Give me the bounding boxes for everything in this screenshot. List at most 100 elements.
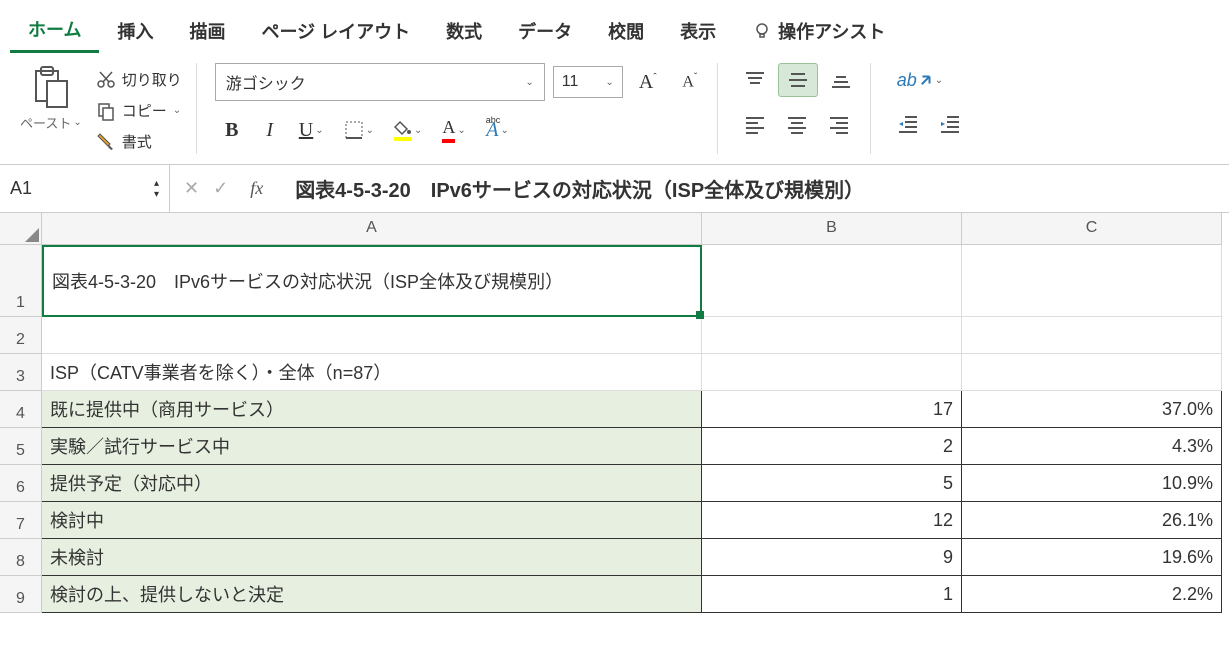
- chevron-down-icon: ⌄: [173, 105, 181, 116]
- table-row: 2: [0, 317, 1222, 354]
- fx-label[interactable]: fx: [242, 178, 271, 199]
- align-center-button[interactable]: [778, 107, 816, 141]
- increase-indent-button[interactable]: [931, 107, 969, 141]
- cell[interactable]: 1: [702, 576, 962, 613]
- table-row: 7検討中1226.1%: [0, 502, 1222, 539]
- row-header[interactable]: 8: [0, 539, 42, 576]
- cell[interactable]: 検討の上、提供しないと決定: [42, 576, 702, 613]
- border-button[interactable]: ⌄: [336, 113, 382, 147]
- tab-data[interactable]: データ: [500, 10, 590, 52]
- tab-home[interactable]: ホーム: [10, 8, 99, 53]
- paste-button[interactable]: [31, 63, 71, 113]
- cell[interactable]: [702, 245, 962, 317]
- font-group: 游ゴシック⌄ 11⌄ Aˆ Aˇ B I U⌄ ⌄ ⌄ A⌄ abcA⌄: [205, 63, 718, 154]
- tab-draw[interactable]: 描画: [171, 10, 243, 52]
- align-top-button[interactable]: [736, 63, 774, 97]
- name-box[interactable]: A1 ▴▾: [0, 165, 170, 212]
- row-header[interactable]: 6: [0, 465, 42, 502]
- table-row: 8未検討919.6%: [0, 539, 1222, 576]
- cell[interactable]: ISP（CATV事業者を除く）・全体（n=87）: [42, 354, 702, 391]
- copy-icon: [96, 101, 116, 121]
- cell[interactable]: [702, 354, 962, 391]
- tab-formulas[interactable]: 数式: [428, 10, 500, 52]
- table-row: 1図表4-5-3-20 IPv6サービスの対応状況（ISP全体及び規模別）: [0, 245, 1222, 317]
- cell[interactable]: 17: [702, 391, 962, 428]
- align-left-button[interactable]: [736, 107, 774, 141]
- align-middle-button[interactable]: [778, 63, 818, 97]
- chevron-down-icon[interactable]: ⌄: [73, 117, 81, 128]
- bold-button[interactable]: B: [215, 113, 249, 148]
- row-header[interactable]: 4: [0, 391, 42, 428]
- column-header-a[interactable]: A: [42, 213, 702, 245]
- format-painter-button[interactable]: 書式: [92, 129, 186, 154]
- italic-button[interactable]: I: [253, 113, 287, 148]
- paste-group: ペースト⌄ 切り取り コピー⌄ 書式: [10, 63, 197, 154]
- align-bottom-button[interactable]: [822, 63, 860, 97]
- cell[interactable]: 9: [702, 539, 962, 576]
- lightbulb-icon: [752, 21, 772, 41]
- row-header[interactable]: 3: [0, 354, 42, 391]
- cell[interactable]: 26.1%: [962, 502, 1222, 539]
- cell[interactable]: [702, 317, 962, 354]
- column-header-c[interactable]: C: [962, 213, 1222, 245]
- row-header[interactable]: 9: [0, 576, 42, 613]
- tab-insert[interactable]: 挿入: [99, 10, 171, 52]
- cut-button[interactable]: 切り取り: [92, 67, 186, 92]
- tab-view[interactable]: 表示: [662, 10, 734, 52]
- formula-input[interactable]: 図表4-5-3-20 IPv6サービスの対応状況（ISP全体及び規模別）: [285, 174, 1229, 203]
- cell[interactable]: 5: [702, 465, 962, 502]
- cell[interactable]: 12: [702, 502, 962, 539]
- cell[interactable]: [962, 354, 1222, 391]
- chevron-down-icon: ⌄: [935, 75, 943, 86]
- cell[interactable]: 検討中: [42, 502, 702, 539]
- ruby-button[interactable]: abcA⌄: [478, 113, 517, 148]
- cancel-icon[interactable]: ✕: [184, 178, 199, 199]
- cell[interactable]: 図表4-5-3-20 IPv6サービスの対応状況（ISP全体及び規模別）: [42, 245, 702, 317]
- select-all-triangle[interactable]: [0, 213, 42, 245]
- cell[interactable]: 未検討: [42, 539, 702, 576]
- tab-page-layout[interactable]: ページ レイアウト: [243, 10, 428, 52]
- tab-assist[interactable]: 操作アシスト: [734, 10, 903, 52]
- cell[interactable]: 2: [702, 428, 962, 465]
- align-right-button[interactable]: [820, 107, 858, 141]
- cell[interactable]: [962, 245, 1222, 317]
- tab-review[interactable]: 校閲: [590, 10, 662, 52]
- enter-icon[interactable]: ✓: [213, 178, 228, 199]
- cell[interactable]: 2.2%: [962, 576, 1222, 613]
- chevron-down-icon: ⌄: [414, 125, 422, 136]
- bucket-icon: [394, 120, 412, 136]
- name-box-value: A1: [10, 178, 32, 199]
- column-header-b[interactable]: B: [702, 213, 962, 245]
- cell[interactable]: 19.6%: [962, 539, 1222, 576]
- row-header[interactable]: 5: [0, 428, 42, 465]
- cell[interactable]: [962, 317, 1222, 354]
- cell[interactable]: 既に提供中（商用サービス）: [42, 391, 702, 428]
- name-box-stepper[interactable]: ▴▾: [154, 178, 159, 200]
- cell[interactable]: [42, 317, 702, 354]
- row-header[interactable]: 7: [0, 502, 42, 539]
- cut-label: 切り取り: [122, 69, 182, 90]
- row-header[interactable]: 2: [0, 317, 42, 354]
- font-name-select[interactable]: 游ゴシック⌄: [215, 63, 545, 101]
- ribbon-tabs: ホーム 挿入 描画 ページ レイアウト 数式 データ 校閲 表示 操作アシスト: [0, 0, 1229, 53]
- fill-color-button[interactable]: ⌄: [386, 113, 430, 147]
- table-row: 3ISP（CATV事業者を除く）・全体（n=87）: [0, 354, 1222, 391]
- chevron-down-icon: ⌄: [525, 77, 533, 88]
- decrease-font-button[interactable]: Aˇ: [673, 65, 707, 99]
- cell[interactable]: 10.9%: [962, 465, 1222, 502]
- decrease-indent-button[interactable]: [889, 107, 927, 141]
- underline-button[interactable]: U⌄: [291, 113, 332, 148]
- chevron-down-icon: ⌄: [366, 125, 374, 136]
- font-size-select[interactable]: 11⌄: [553, 66, 623, 98]
- orientation-button[interactable]: ab⌄: [889, 63, 951, 97]
- row-header[interactable]: 1: [0, 245, 42, 317]
- font-color-button[interactable]: A⌄: [434, 111, 473, 149]
- indent-group: ab⌄: [879, 63, 979, 154]
- copy-button[interactable]: コピー⌄: [92, 98, 186, 123]
- cell[interactable]: 37.0%: [962, 391, 1222, 428]
- cell[interactable]: 実験／試行サービス中: [42, 428, 702, 465]
- cell[interactable]: 提供予定（対応中）: [42, 465, 702, 502]
- increase-font-button[interactable]: Aˆ: [631, 65, 665, 100]
- cell[interactable]: 4.3%: [962, 428, 1222, 465]
- ruby-label: abc: [486, 115, 501, 125]
